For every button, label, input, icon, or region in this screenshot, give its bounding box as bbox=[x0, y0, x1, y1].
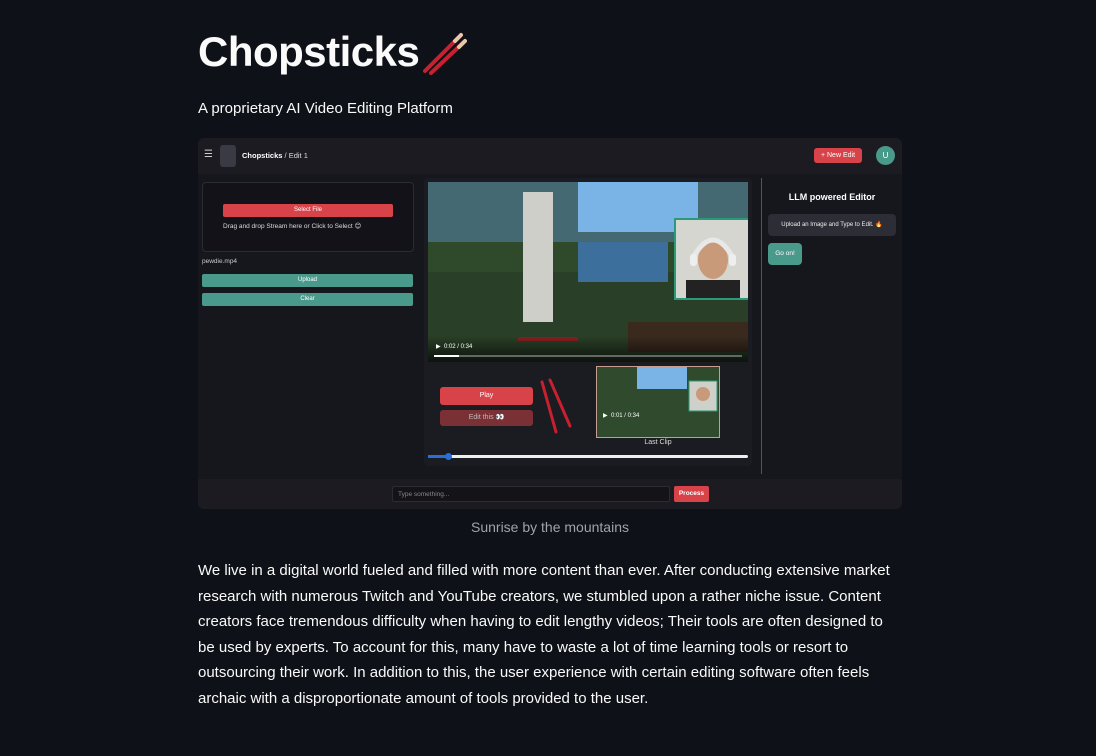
bottom-input-bar: Type something... Process bbox=[198, 479, 902, 509]
editor-panel: ▶ 0:02 / 0:34 Play Edit this 👀 ▶ 0:01 / … bbox=[424, 178, 752, 466]
last-clip-label: Last Clip bbox=[644, 439, 672, 446]
llm-editor-title: LLM powered Editor bbox=[788, 192, 876, 202]
video-time-text: 0:02 / 0:34 bbox=[443, 344, 473, 350]
breadcrumb-app: Chopsticks bbox=[242, 151, 283, 160]
page-title: Chopsticks bbox=[198, 28, 468, 76]
clip-time-text: 0:01 / 0:34 bbox=[610, 413, 640, 419]
last-clip-player: ▶ 0:01 / 0:34 bbox=[596, 366, 720, 438]
video-progress-bar bbox=[434, 355, 742, 357]
clip-time: ▶ 0:01 / 0:34 bbox=[603, 413, 640, 419]
page-subtitle: A proprietary AI Video Editing Platform bbox=[198, 100, 453, 117]
select-file-button: Select File bbox=[223, 204, 393, 217]
webcam-person-graphic bbox=[676, 220, 748, 298]
play-button: Play bbox=[440, 387, 533, 405]
hamburger-menu-icon: ☰ bbox=[204, 149, 213, 160]
clip-frame-graphic bbox=[597, 367, 719, 437]
app-topbar: ☰ Chopsticks / Edit 1 + New Edit U bbox=[198, 138, 902, 174]
video-time: ▶ 0:02 / 0:34 bbox=[436, 344, 473, 350]
file-name: pewdie.mp4 bbox=[202, 258, 238, 265]
go-on-button: Go on! bbox=[768, 243, 802, 265]
video-controls: ▶ 0:02 / 0:34 bbox=[428, 336, 748, 362]
video-player: ▶ 0:02 / 0:34 bbox=[428, 182, 748, 362]
chopsticks-graphic bbox=[540, 378, 572, 434]
file-dropzone: Select File Drag and drop Stream here or… bbox=[202, 182, 414, 252]
llm-message-bubble: Upload an Image and Type to Edit. 🔥 bbox=[768, 214, 896, 236]
webcam-overlay bbox=[674, 218, 748, 300]
app-screenshot-image: ☰ Chopsticks / Edit 1 + New Edit U Selec… bbox=[198, 138, 902, 509]
new-edit-button: + New Edit bbox=[814, 148, 862, 163]
app-logo-icon bbox=[220, 145, 236, 167]
breadcrumb: Chopsticks / Edit 1 bbox=[242, 151, 308, 160]
page-title-text: Chopsticks bbox=[198, 28, 420, 75]
chopsticks-icon bbox=[423, 33, 468, 75]
timeline-slider bbox=[428, 453, 748, 460]
process-button: Process bbox=[674, 486, 709, 502]
upload-button: Upload bbox=[202, 274, 413, 287]
breadcrumb-page: Edit 1 bbox=[288, 151, 308, 160]
image-caption: Sunrise by the mountains bbox=[471, 519, 629, 535]
avatar: U bbox=[876, 146, 895, 165]
description-paragraph: We live in a digital world fueled and fi… bbox=[198, 562, 890, 707]
chat-input: Type something... bbox=[392, 486, 670, 502]
drag-drop-text: Drag and drop Stream here or Click to Se… bbox=[223, 223, 362, 230]
edit-this-button: Edit this 👀 bbox=[440, 410, 533, 426]
panel-divider bbox=[761, 178, 762, 474]
clear-button: Clear bbox=[202, 293, 413, 306]
